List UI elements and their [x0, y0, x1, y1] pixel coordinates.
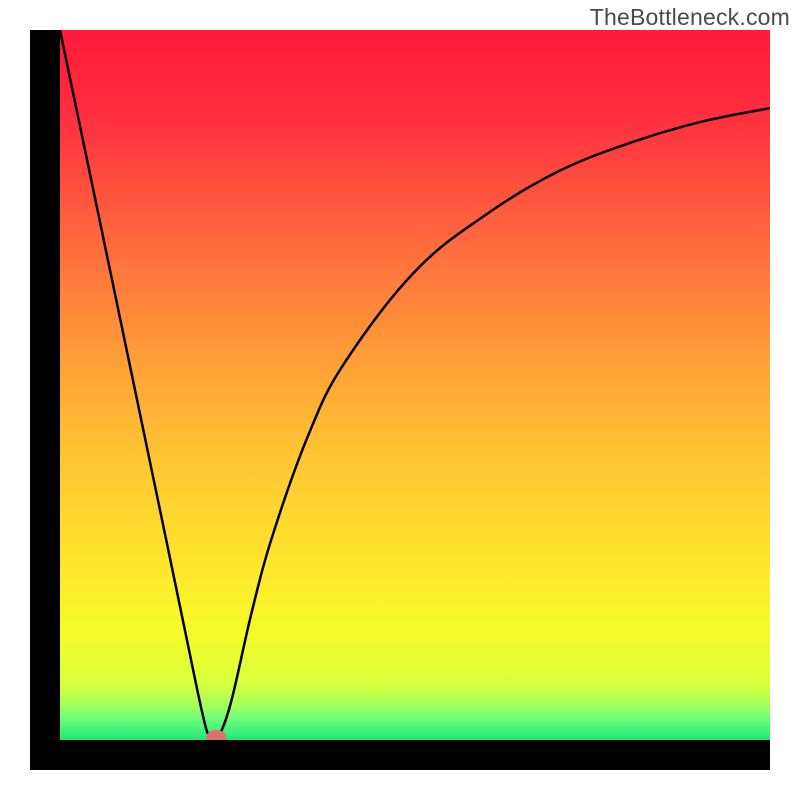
bottleneck-curve [60, 30, 770, 743]
curve-layer [60, 30, 770, 740]
y-axis-border [30, 30, 60, 770]
chart-container: TheBottleneck.com [0, 0, 800, 800]
watermark-text: TheBottleneck.com [590, 4, 790, 31]
x-axis-border [30, 740, 770, 770]
